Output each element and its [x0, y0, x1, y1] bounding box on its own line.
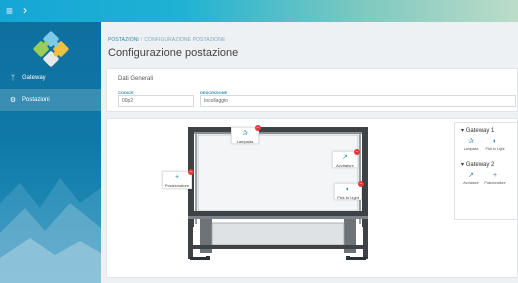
cogs-icon: ⚙: [9, 97, 17, 104]
crosshair-icon: +: [492, 172, 498, 179]
descrizione-field[interactable]: Incollaggio: [200, 95, 516, 107]
palette-item-label: Pick to Light: [485, 147, 505, 151]
palette-item-avvitatore[interactable]: ↗ Avvitatore: [460, 171, 482, 189]
remove-icon[interactable]: −: [188, 169, 194, 175]
screwdriver-icon: ↗: [342, 154, 348, 161]
node-label: Avvitatore: [336, 163, 354, 168]
codice-field[interactable]: 00p2: [118, 95, 194, 107]
general-data-heading: Dati Generali: [118, 76, 154, 82]
remove-icon[interactable]: −: [354, 149, 360, 155]
placed-node-avvitatore[interactable]: ↗ Avvitatore −: [332, 149, 360, 168]
placed-node-lampada[interactable]: ✰ Lampada −: [231, 125, 261, 144]
gateway-1-header[interactable]: ▾ Gateway 1: [461, 127, 494, 134]
placed-node-pick-to-light[interactable]: ◐ Pick to Light −: [334, 181, 364, 200]
sidebar-item-label: Postazioni: [22, 97, 50, 103]
workstation-canvas: ✰ Lampada − ↗ Avvitatore − ◐ Pick to Lig…: [106, 118, 518, 278]
palette-item-label: Avvitatore: [463, 181, 479, 185]
lamp-icon: ✰: [242, 130, 248, 137]
remove-icon[interactable]: −: [358, 181, 364, 187]
sidebar: ᛉ Gateway ⚙ Postazioni: [0, 22, 101, 283]
puzzle-logo: [33, 31, 69, 67]
palette-item-pick-to-light[interactable]: ◐ Pick to Light: [484, 137, 506, 155]
gateway-palette: ▾ Gateway 1 ✰ Lampada ◐ Pick to Light ▾ …: [454, 122, 518, 220]
gateway-2-header[interactable]: ▾ Gateway 2: [461, 161, 494, 168]
node-label: Posizionatore: [164, 183, 190, 188]
arrow-right-icon[interactable]: ›: [23, 2, 27, 18]
sidebar-item-label: Gateway: [22, 75, 46, 81]
sidebar-item-postazioni[interactable]: ⚙ Postazioni: [0, 89, 101, 111]
top-bar: ≡ ›: [0, 0, 518, 22]
remove-icon[interactable]: −: [255, 125, 261, 131]
breadcrumb-current: CONFIGURAZIONE POSTAZIONE: [144, 37, 226, 43]
breadcrumb-postazioni[interactable]: POSTAZIONI: [108, 37, 139, 43]
node-label: Pick to Light: [337, 195, 359, 200]
page-title: Configurazione postazione: [108, 47, 239, 59]
node-label: Lampada: [236, 139, 254, 144]
screwdriver-icon: ↗: [468, 172, 474, 179]
crosshair-icon: +: [174, 174, 180, 181]
breadcrumb-separator: /: [140, 37, 143, 43]
hamburger-icon[interactable]: ≡: [6, 3, 13, 19]
general-data-card: Dati Generali CODICE 00p2 DESCRIZIONE In…: [106, 68, 518, 112]
pick-to-light-icon: ◐: [345, 186, 351, 193]
palette-item-posizionatore[interactable]: + Posizionatore: [484, 171, 506, 189]
palette-item-label: Lampada: [463, 147, 479, 151]
palette-item-lampada[interactable]: ✰ Lampada: [460, 137, 482, 155]
git-branch-icon: ᛉ: [10, 74, 16, 82]
breadcrumb: POSTAZIONI / CONFIGURAZIONE POSTAZIONE: [108, 37, 225, 43]
gateway-1-title: Gateway 1: [465, 128, 495, 134]
palette-item-label: Posizionatore: [484, 181, 506, 185]
gateway-2-title: Gateway 2: [465, 162, 495, 168]
placed-node-posizionatore[interactable]: + Posizionatore −: [162, 169, 194, 189]
mountain-background: [0, 178, 101, 283]
sidebar-item-gateway[interactable]: ᛉ Gateway: [0, 67, 101, 89]
pick-to-light-icon: ◐: [492, 138, 498, 145]
main-content: POSTAZIONI / CONFIGURAZIONE POSTAZIONE Con…: [101, 22, 518, 283]
lamp-icon: ✰: [468, 138, 474, 145]
